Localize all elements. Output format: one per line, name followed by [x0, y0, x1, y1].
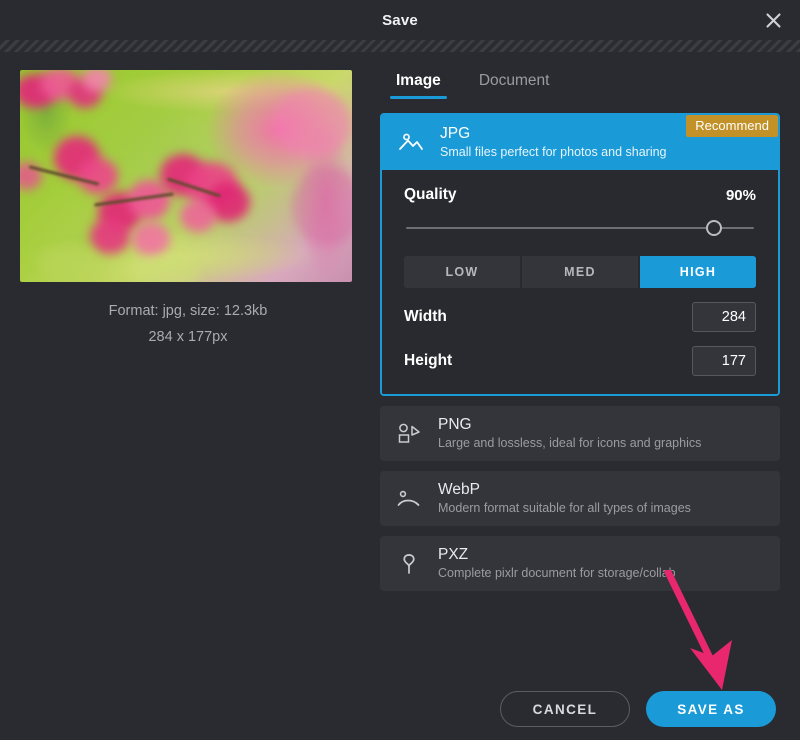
curve-dot-icon: [394, 484, 424, 514]
width-row: Width: [404, 302, 756, 332]
flower-blob: [82, 70, 112, 92]
photo-mountain-icon: [396, 128, 426, 158]
format-text-webp: WebP Modern format suitable for all type…: [438, 480, 766, 517]
format-desc-webp: Modern format suitable for all types of …: [438, 501, 691, 515]
recommend-badge: Recommend: [686, 115, 778, 137]
format-desc-png: Large and lossless, ideal for icons and …: [438, 436, 702, 450]
format-card-png: PNG Large and lossless, ideal for icons …: [380, 406, 780, 461]
format-name-png: PNG: [438, 416, 472, 433]
bokeh-blob: [40, 246, 100, 282]
slider-track: [406, 227, 754, 229]
format-text-png: PNG Large and lossless, ideal for icons …: [438, 415, 766, 452]
image-preview-thumbnail: [20, 70, 352, 282]
format-name-pxz: PXZ: [438, 546, 469, 563]
quality-preset-group: LOW MED HIGH: [404, 256, 756, 288]
save-as-button[interactable]: SAVE AS: [646, 691, 776, 727]
quality-row: Quality 90%: [404, 186, 756, 204]
flower-blob: [180, 200, 216, 232]
preview-format-size: Format: jpg, size: 12.3kb: [108, 303, 268, 319]
width-label: Width: [404, 308, 447, 325]
quality-preset-low[interactable]: LOW: [404, 256, 520, 288]
format-option-pxz[interactable]: PXZ Complete pixlr document for storage/…: [380, 536, 780, 591]
balloon-document-icon: [394, 549, 424, 579]
slider-thumb[interactable]: [706, 220, 722, 236]
dialog-footer: CANCEL SAVE AS: [0, 678, 800, 740]
quality-value: 90%: [725, 186, 756, 204]
quality-label: Quality: [404, 186, 457, 203]
format-option-png[interactable]: PNG Large and lossless, ideal for icons …: [380, 406, 780, 461]
tab-document[interactable]: Document: [473, 68, 556, 99]
close-icon[interactable]: [760, 7, 786, 33]
format-desc-pxz: Complete pixlr document for storage/coll…: [438, 566, 676, 580]
height-row: Height: [404, 346, 756, 376]
preview-caption: Format: jpg, size: 12.3kb 284 x 177px: [20, 298, 356, 350]
cancel-button[interactable]: CANCEL: [500, 691, 630, 727]
dialog-title: Save: [382, 11, 418, 29]
options-pane: Image Document JPG Small files perfect f…: [356, 66, 780, 680]
preview-dimensions: 284 x 177px: [148, 329, 228, 345]
bokeh-blob: [292, 166, 352, 246]
format-option-jpg[interactable]: JPG Small files perfect for photos and s…: [382, 115, 778, 170]
bokeh-blob: [130, 256, 200, 282]
quality-preset-med[interactable]: MED: [522, 256, 638, 288]
flower-blob: [132, 222, 170, 256]
save-dialog: Save Format: jpg, size: 12.3kb 284 x 177…: [0, 0, 800, 740]
hatched-divider: [0, 40, 800, 52]
format-list: JPG Small files perfect for photos and s…: [380, 113, 780, 591]
dialog-header: Save: [0, 0, 800, 40]
format-text-pxz: PXZ Complete pixlr document for storage/…: [438, 545, 766, 582]
jpg-settings-panel: Quality 90% LOW MED HIGH Width 284 Heigh…: [382, 170, 778, 394]
format-card-webp: WebP Modern format suitable for all type…: [380, 471, 780, 526]
format-desc-jpg: Small files perfect for photos and shari…: [440, 145, 667, 159]
flower-blob: [90, 218, 130, 254]
format-option-webp[interactable]: WebP Modern format suitable for all type…: [380, 471, 780, 526]
format-card-pxz: PXZ Complete pixlr document for storage/…: [380, 536, 780, 591]
bokeh-blob: [272, 88, 352, 158]
quality-preset-high[interactable]: HIGH: [640, 256, 756, 288]
format-name-webp: WebP: [438, 481, 480, 498]
format-card-jpg: JPG Small files perfect for photos and s…: [380, 113, 780, 396]
height-label: Height: [404, 352, 453, 369]
shapes-graphics-icon: [394, 419, 424, 449]
width-input[interactable]: [692, 302, 756, 332]
dialog-body: Format: jpg, size: 12.3kb 284 x 177px Im…: [0, 52, 800, 680]
tab-image[interactable]: Image: [390, 68, 447, 99]
height-input[interactable]: [692, 346, 756, 376]
quality-slider[interactable]: [404, 214, 756, 242]
tab-bar: Image Document: [380, 68, 780, 99]
flower-blob: [78, 158, 118, 194]
preview-pane: Format: jpg, size: 12.3kb 284 x 177px: [20, 66, 356, 680]
